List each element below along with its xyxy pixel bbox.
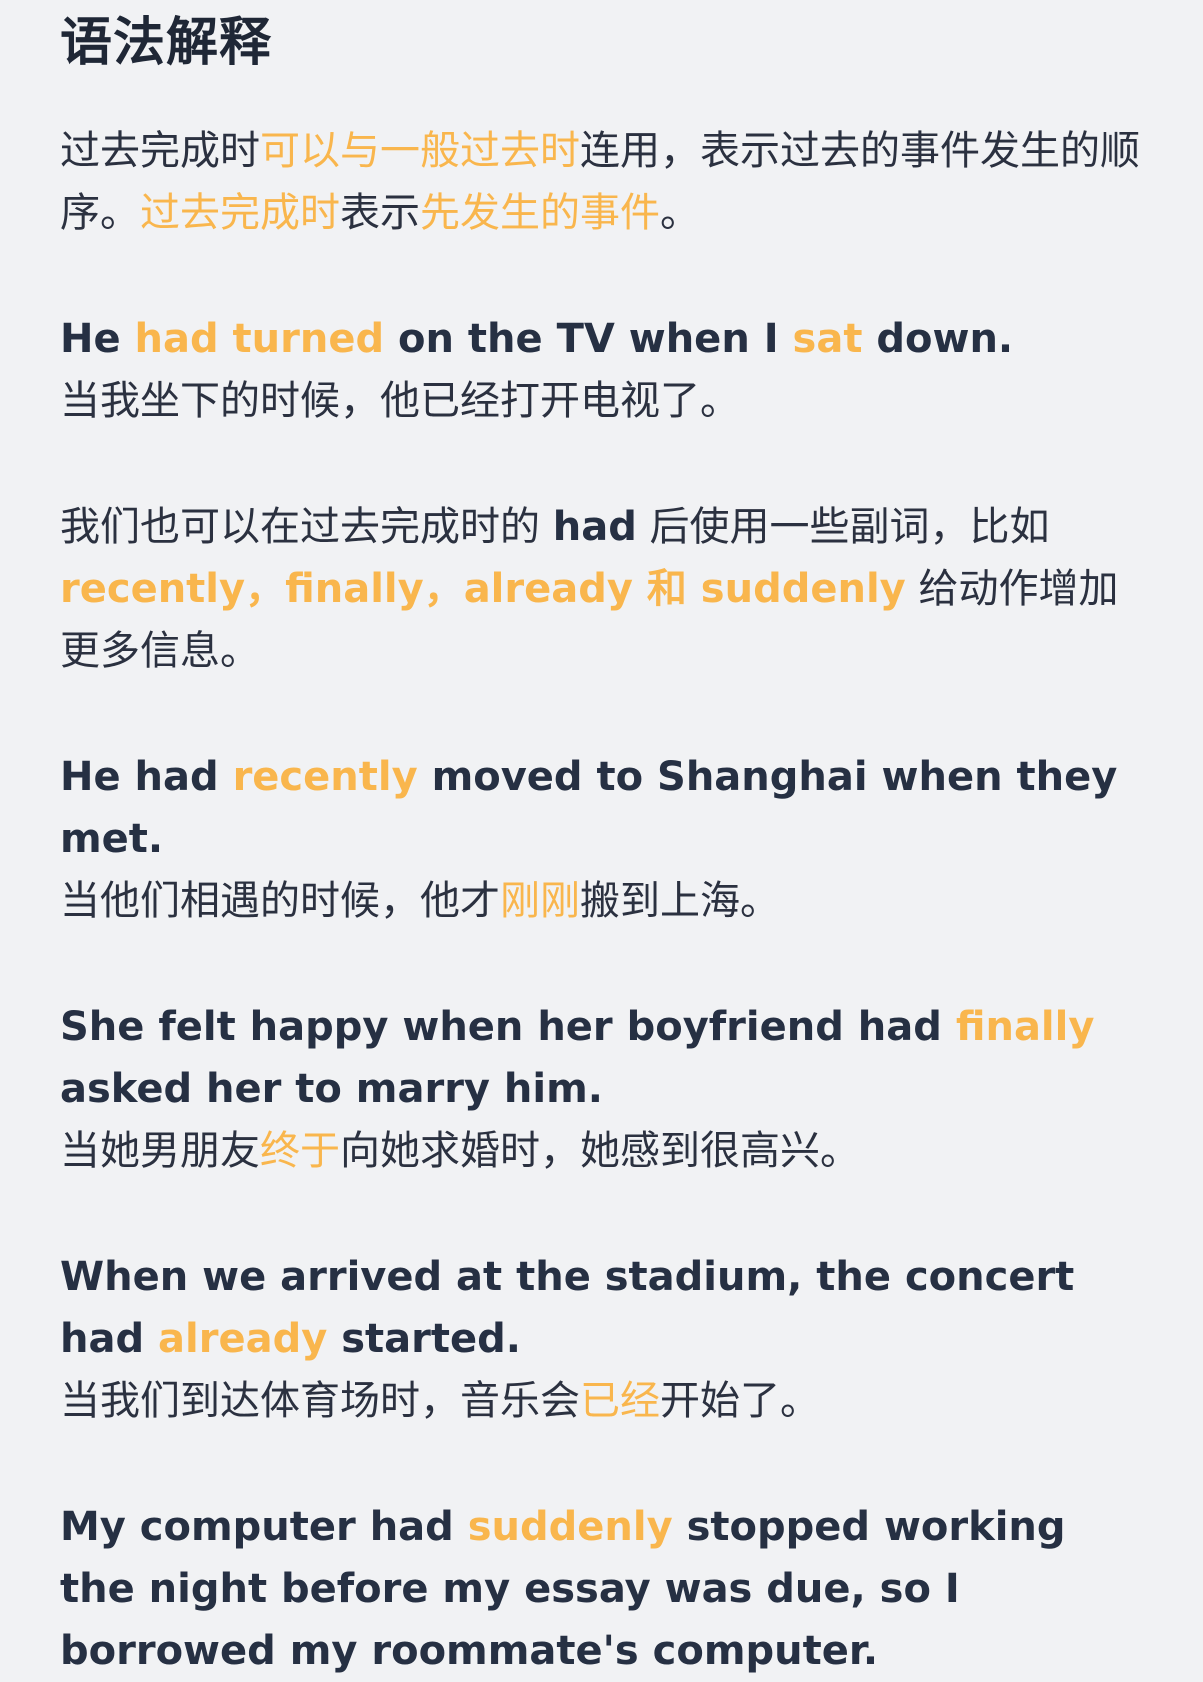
paragraph-text: 后使用一些副词，比如 xyxy=(636,504,1050,550)
translation-text: 向她求婚时，她感到很高兴。 xyxy=(340,1128,860,1174)
example-sentence: He had recently moved to Shanghai when t… xyxy=(60,746,1143,870)
intro-paragraph: 过去完成时可以与一般过去时连用，表示过去的事件发生的顺序。过去完成时表示先发生的… xyxy=(60,120,1143,244)
translation-text: 开始了。 xyxy=(660,1378,820,1424)
sentence-highlight: already xyxy=(158,1316,328,1362)
example-2: He had recently moved to Shanghai when t… xyxy=(60,746,1143,932)
translation-text: 当她男朋友 xyxy=(60,1128,260,1174)
example-translation: 当他们相遇的时候，他才刚刚搬到上海。 xyxy=(60,870,1143,932)
sentence-text: My computer had xyxy=(60,1504,468,1550)
intro-highlight: 过去完成时 xyxy=(140,190,340,236)
sentence-text: She felt happy when her boyfriend had xyxy=(60,1004,956,1050)
translation-text: 当我们到达体育场时，音乐会 xyxy=(60,1378,580,1424)
sentence-highlight: had turned xyxy=(134,316,385,362)
intro-text: 。 xyxy=(660,190,700,236)
example-sentence: He had turned on the TV when I sat down. xyxy=(60,308,1143,370)
translation-highlight: 刚刚 xyxy=(500,878,580,924)
sentence-text: He had xyxy=(60,754,233,800)
intro-text: 过去完成时 xyxy=(60,128,260,174)
example-sentence: My computer had suddenly stopped working… xyxy=(60,1496,1143,1682)
sentence-highlight: suddenly xyxy=(467,1504,673,1550)
sentence-text: on the TV when I xyxy=(384,316,793,362)
adverbs-paragraph: 我们也可以在过去完成时的 had 后使用一些副词，比如 recently，fin… xyxy=(60,496,1143,682)
sentence-highlight: finally xyxy=(955,1004,1095,1050)
intro-highlight: 可以与一般过去时 xyxy=(260,128,580,174)
intro-text: 表示 xyxy=(340,190,420,236)
example-1: He had turned on the TV when I sat down.… xyxy=(60,308,1143,432)
sentence-text: He xyxy=(60,316,135,362)
sentence-highlight: sat xyxy=(792,316,863,362)
sentence-text: asked her to marry him. xyxy=(60,1066,603,1112)
example-5: My computer had suddenly stopped working… xyxy=(60,1496,1143,1682)
keyword-had: had xyxy=(552,504,637,550)
example-translation: 当我们到达体育场时，音乐会已经开始了。 xyxy=(60,1370,1143,1432)
section-title: 语法解释 xyxy=(60,13,273,73)
example-sentence: When we arrived at the stadium, the conc… xyxy=(60,1246,1143,1370)
example-translation: 当我坐下的时候，他已经打开电视了。 xyxy=(60,378,740,424)
sentence-highlight: recently xyxy=(232,754,418,800)
sentence-text: started. xyxy=(327,1316,521,1362)
translation-text: 当他们相遇的时候，他才 xyxy=(60,878,500,924)
translation-text: 搬到上海。 xyxy=(580,878,780,924)
grammar-explanation-section: 语法解释 过去完成时可以与一般过去时连用，表示过去的事件发生的顺序。过去完成时表… xyxy=(0,0,1203,1682)
translation-highlight: 已经 xyxy=(580,1378,660,1424)
example-3: She felt happy when her boyfriend had fi… xyxy=(60,996,1143,1182)
sentence-text: down. xyxy=(862,316,1014,362)
example-translation: 当她男朋友终于向她求婚时，她感到很高兴。 xyxy=(60,1120,1143,1182)
intro-highlight: 先发生的事件 xyxy=(420,190,660,236)
translation-highlight: 终于 xyxy=(260,1128,340,1174)
paragraph-text: 我们也可以在过去完成时的 xyxy=(60,504,553,550)
example-sentence: She felt happy when her boyfriend had fi… xyxy=(60,996,1143,1120)
adverb-list: recently，finally，already 和 suddenly xyxy=(60,566,906,612)
example-4: When we arrived at the stadium, the conc… xyxy=(60,1246,1143,1432)
